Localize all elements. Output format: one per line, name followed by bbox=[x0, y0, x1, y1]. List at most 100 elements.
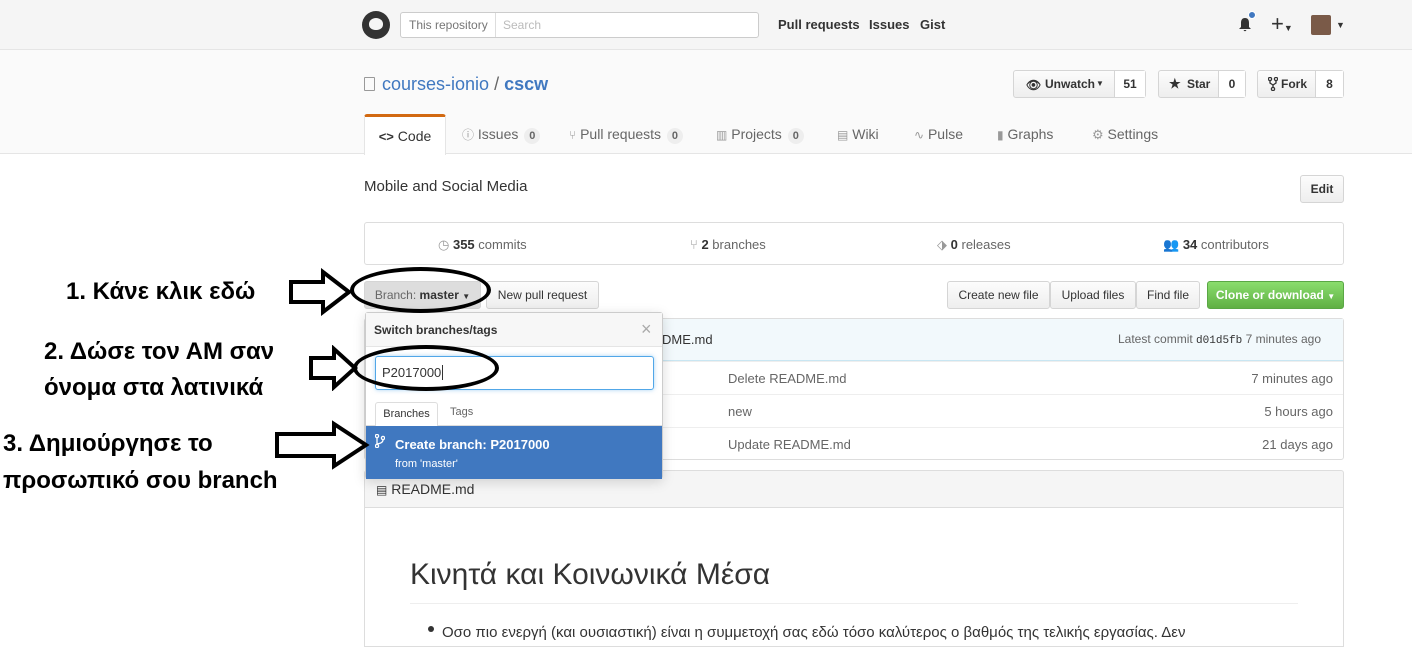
fork-button[interactable]: Fork 8 bbox=[1257, 70, 1344, 98]
site-header: This repository Search Pull requests Iss… bbox=[0, 0, 1412, 50]
edit-button[interactable]: Edit bbox=[1300, 175, 1344, 203]
branches-link[interactable]: ⑂ 2 branches bbox=[690, 237, 766, 252]
branch-icon: ⑂ bbox=[690, 237, 698, 252]
contributors-label: contributors bbox=[1200, 237, 1269, 252]
chevron-down-icon: ▼ bbox=[1327, 292, 1336, 301]
fork-label: Fork bbox=[1281, 77, 1308, 91]
issues-counter: 0 bbox=[524, 128, 541, 144]
row-commit-message[interactable]: Update README.md bbox=[728, 437, 851, 452]
forks-count[interactable]: 8 bbox=[1315, 71, 1343, 97]
tab-wiki[interactable]: ▤ Wiki bbox=[837, 114, 879, 154]
latest-commit-label: Latest commit bbox=[1118, 332, 1193, 346]
annotation-step-3-line-2: προσωπικό σου branch bbox=[3, 467, 278, 494]
tab-pull-requests-label: Pull requests bbox=[580, 126, 662, 142]
chevron-down-icon[interactable]: ▼ bbox=[1336, 20, 1345, 30]
tab-wiki-label: Wiki bbox=[852, 126, 879, 142]
commit-sha[interactable]: d01d5fb bbox=[1196, 335, 1242, 347]
tab-settings[interactable]: ⚙ Settings bbox=[1092, 114, 1158, 154]
bullet-dot bbox=[428, 626, 434, 632]
search-scope-label: This repository bbox=[401, 13, 496, 37]
projects-counter: 0 bbox=[787, 128, 804, 144]
unwatch-label: Unwatch bbox=[1045, 77, 1096, 91]
tab-issues[interactable]: ⓘ Issues 0 bbox=[462, 114, 541, 154]
chevron-down-icon: ▼ bbox=[1096, 79, 1104, 88]
book-icon: ▤ bbox=[376, 483, 388, 497]
repo-owner-link[interactable]: courses-ionio bbox=[382, 74, 489, 94]
row-age: 7 minutes ago bbox=[1251, 371, 1333, 386]
search-box[interactable]: This repository Search bbox=[400, 12, 759, 38]
repo-icon bbox=[364, 77, 375, 91]
tab-pull-requests[interactable]: ⑂ Pull requests 0 bbox=[569, 114, 684, 154]
nav-pull-requests[interactable]: Pull requests bbox=[778, 17, 860, 32]
readme-title: ▤ README.md bbox=[376, 481, 474, 497]
chevron-down-icon: ▼ bbox=[1283, 23, 1293, 33]
releases-label: releases bbox=[961, 237, 1011, 252]
issue-icon: ⓘ bbox=[462, 128, 475, 142]
star-button[interactable]: ★ Star 0 bbox=[1158, 70, 1246, 98]
repo-separator: / bbox=[494, 74, 500, 94]
row-age: 5 hours ago bbox=[1264, 404, 1333, 419]
create-new-file-button[interactable]: Create new file bbox=[947, 281, 1050, 309]
contributors-number: 34 bbox=[1182, 237, 1198, 252]
eye-icon: 👁 bbox=[1026, 78, 1042, 92]
project-icon: ▥ bbox=[716, 128, 728, 142]
tab-graphs[interactable]: ▮ Graphs bbox=[997, 114, 1053, 154]
star-icon: ★ bbox=[1169, 76, 1181, 91]
book-icon: ▤ bbox=[837, 128, 849, 142]
unwatch-button[interactable]: 👁 Unwatch ▼ 51 bbox=[1013, 70, 1146, 98]
commits-label: commits bbox=[478, 237, 527, 252]
code-icon: <> bbox=[378, 129, 394, 144]
create-branch-item[interactable]: Create branch: P2017000 from 'master' bbox=[366, 426, 662, 479]
pull-request-icon: ⑂ bbox=[569, 128, 577, 142]
bell-icon[interactable] bbox=[1238, 17, 1252, 32]
upload-files-button[interactable]: Upload files bbox=[1050, 281, 1136, 309]
nav-gist[interactable]: Gist bbox=[920, 17, 945, 32]
avatar[interactable] bbox=[1311, 15, 1331, 35]
repo-description: Mobile and Social Media bbox=[364, 178, 528, 195]
contributors-link[interactable]: 👥 34 contributors bbox=[1163, 237, 1269, 253]
commits-link[interactable]: ◷ 355 commits bbox=[438, 237, 527, 253]
tab-issues-label: Issues bbox=[477, 126, 519, 142]
row-commit-message[interactable]: Delete README.md bbox=[728, 371, 846, 386]
repo-name-link[interactable]: cscw bbox=[504, 74, 548, 94]
annotation-step-3-line-1: 3. Δημιούργησε το bbox=[3, 430, 213, 457]
tab-graphs-label: Graphs bbox=[1007, 126, 1054, 142]
watchers-count[interactable]: 51 bbox=[1114, 71, 1145, 97]
create-branch-title: Create branch: P2017000 bbox=[395, 437, 550, 452]
arrow-icon bbox=[289, 268, 352, 316]
latest-commit: Latest commit d01d5fb 7 minutes ago bbox=[1118, 332, 1321, 347]
stars-count[interactable]: 0 bbox=[1218, 71, 1245, 97]
clone-download-button[interactable]: Clone or download ▼ bbox=[1207, 281, 1344, 309]
tab-branches[interactable]: Branches bbox=[375, 402, 438, 426]
branches-number: 2 bbox=[701, 237, 709, 252]
branch-dropdown: Switch branches/tags × P2017000 Branches… bbox=[365, 312, 663, 479]
history-icon: ◷ bbox=[438, 237, 450, 252]
tab-code[interactable]: <> Code bbox=[364, 114, 446, 155]
new-pull-request-button[interactable]: New pull request bbox=[486, 281, 599, 309]
search-input[interactable]: Search bbox=[497, 13, 757, 37]
github-logo-icon[interactable] bbox=[362, 11, 390, 39]
tab-projects[interactable]: ▥ Projects 0 bbox=[716, 114, 804, 154]
plus-icon[interactable]: +▼ bbox=[1271, 13, 1293, 39]
tab-tags[interactable]: Tags bbox=[450, 406, 473, 418]
fork-icon bbox=[1268, 77, 1278, 91]
branches-label: branches bbox=[712, 237, 766, 252]
readme-filename: README.md bbox=[391, 481, 475, 497]
releases-link[interactable]: ⬗ 0 releases bbox=[937, 237, 1011, 253]
star-label: Star bbox=[1187, 77, 1211, 91]
commit-message[interactable]: DME.md bbox=[662, 332, 713, 347]
people-icon: 👥 bbox=[1163, 237, 1180, 252]
highlight-ellipse-input bbox=[353, 345, 499, 391]
branch-icon bbox=[375, 434, 385, 448]
row-commit-message[interactable]: new bbox=[728, 404, 752, 419]
tab-pulse[interactable]: ∿ Pulse bbox=[914, 114, 963, 154]
find-file-button[interactable]: Find file bbox=[1136, 281, 1200, 309]
close-icon[interactable]: × bbox=[641, 319, 652, 340]
repo-header: courses-ionio / cscw 👁 Unwatch ▼ 51 ★ St… bbox=[0, 50, 1412, 155]
numbers-summary: ◷ 355 commits ⑂ 2 branches ⬗ 0 releases … bbox=[364, 222, 1344, 265]
nav-issues[interactable]: Issues bbox=[869, 17, 909, 32]
dropdown-title: Switch branches/tags bbox=[374, 323, 498, 337]
arrow-icon bbox=[275, 420, 370, 470]
tag-icon: ⬗ bbox=[937, 237, 947, 252]
row-age: 21 days ago bbox=[1262, 437, 1333, 452]
